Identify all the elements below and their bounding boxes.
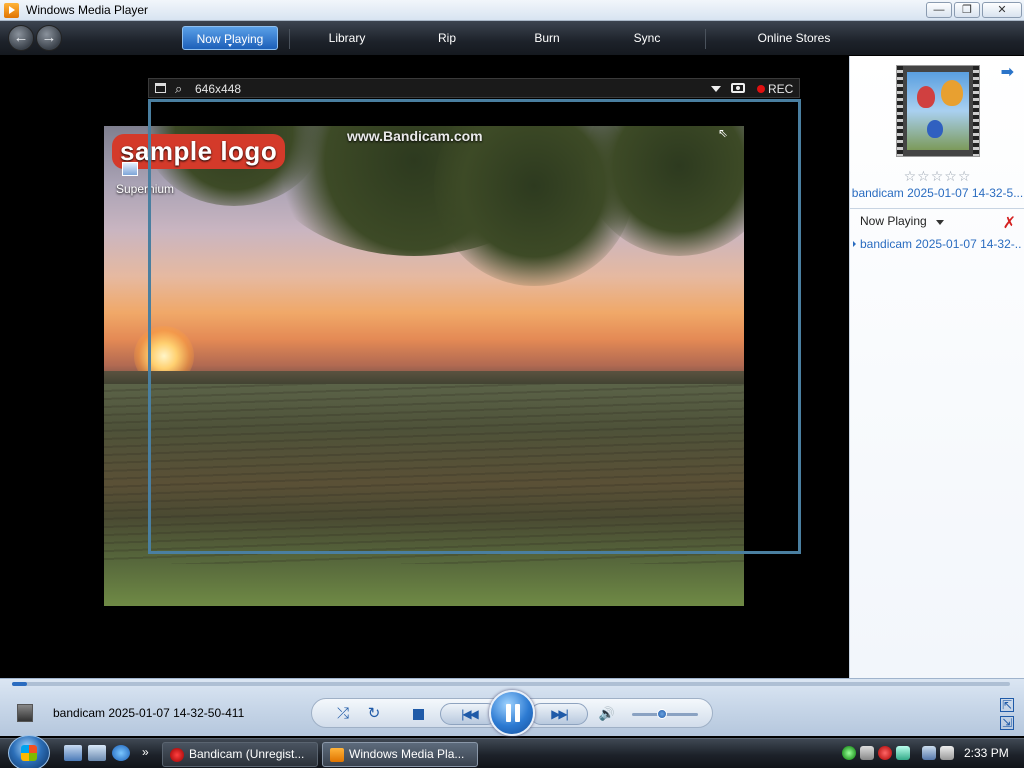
record-icon[interactable] [757,85,765,93]
capture-size[interactable]: 646x448 [195,82,241,96]
restore-icon: ❐ [962,4,972,16]
media-player-icon [330,748,344,762]
capture-region-frame[interactable] [148,99,801,554]
now-playing-title: bandicam 2025-01-07 14-32-50-411 [53,706,245,720]
media-title-link[interactable]: bandicam 2025-01-07 14-32-5... [850,186,1024,200]
rec-button[interactable]: REC [768,82,793,96]
quick-launch-more-icon[interactable]: » [142,745,149,759]
back-arrow-icon: ← [13,29,29,46]
camera-icon[interactable] [731,83,745,93]
thumbnail-image [907,72,969,150]
balloon [917,86,935,108]
volume-muted-icon[interactable] [940,746,954,760]
balloon [927,120,943,138]
tab-sync[interactable]: Sync [613,26,681,50]
seek-progress [12,682,27,686]
taskbar: » Bandicam (Unregist... Windows Media Pl… [0,735,1024,768]
window-title: Windows Media Player [26,3,149,17]
previous-icon: |◀◀ [461,707,479,721]
maximize-button[interactable]: ❐ [954,2,980,18]
title-bar: Windows Media Player — ❐ ✕ [0,0,1024,21]
tab-rip-label: Rip [437,31,456,45]
stop-icon[interactable] [413,709,424,720]
next-icon: ▶▶| [551,707,569,721]
next-button[interactable]: ▶▶| [530,703,588,725]
navigation-bar: ← → Now Playing Library Rip Burn Sync On… [0,21,1024,56]
close-button[interactable]: ✕ [982,2,1022,18]
minimize-button[interactable]: — [926,2,952,18]
balloon [941,80,963,106]
tab-burn-label: Burn [534,31,560,45]
volume-icon[interactable]: 🔊 [596,699,618,729]
film-strip [973,66,979,156]
tab-online-stores[interactable]: Online Stores [745,26,843,50]
seek-bar[interactable] [12,682,1010,686]
start-button[interactable] [8,735,50,768]
tab-now-playing[interactable]: Now Playing [182,26,278,50]
chevron-down-icon[interactable] [936,220,944,225]
caption-buttons: — ❐ ✕ [926,2,1022,18]
network-icon[interactable] [922,746,936,760]
tray-app-icon[interactable] [860,746,874,760]
divider [850,208,1024,209]
video-file-icon [17,704,33,722]
now-playing-list-label[interactable]: Now Playing [860,214,927,228]
forward-button[interactable]: → [36,25,62,51]
tab-divider [289,29,290,49]
shuffle-icon[interactable]: ⤮ [332,699,354,729]
taskbar-clock[interactable]: 2:33 PM [964,746,1009,760]
taskbar-item-label: Bandicam (Unregist... [189,747,305,761]
film-strip [897,66,903,156]
chevron-down-icon[interactable] [228,44,232,47]
pause-icon [506,704,520,722]
taskbar-item-label: Windows Media Pla... [349,747,465,761]
switch-to-library-icon[interactable]: ⇲ [1000,716,1014,730]
clear-list-icon[interactable]: ✗ [1003,213,1016,233]
pause-button[interactable] [489,690,535,736]
tab-burn[interactable]: Burn [513,26,581,50]
window-mode-icon[interactable] [155,83,166,93]
shortcut-icon [122,162,138,176]
tab-library-label: Library [328,31,366,45]
rating-stars[interactable]: ☆☆☆☆☆ [850,168,1024,185]
tray-app-icon[interactable] [896,746,910,760]
tab-divider [705,29,706,49]
volume-thumb[interactable] [656,709,667,719]
arrow-right-icon[interactable]: ➡ [1001,62,1014,82]
album-art[interactable] [896,65,980,157]
internet-explorer-icon[interactable] [112,745,130,761]
repeat-icon[interactable]: ↻ [363,699,385,729]
close-icon: ✕ [997,4,1007,16]
tab-sync-label: Sync [633,31,661,45]
chevron-down-icon[interactable] [711,86,721,92]
back-button[interactable]: ← [8,25,34,51]
view-switch-icons: ⇱ ⇲ [1000,698,1014,734]
show-desktop-icon[interactable] [64,745,82,761]
tab-library[interactable]: Library [305,26,389,50]
switch-windows-icon[interactable] [88,745,106,761]
list-pane: ➡ ☆☆☆☆☆ bandicam 2025-01-07 14-32-5... N… [849,56,1024,678]
minimize-icon: — [933,4,945,16]
taskbar-item-media-player[interactable]: Windows Media Pla... [322,742,478,767]
taskbar-item-bandicam[interactable]: Bandicam (Unregist... [162,742,318,767]
security-alert-icon[interactable] [878,746,892,760]
playing-indicator-icon [853,241,856,247]
bandicam-toolbar: ⌕ 646x448 REC [148,78,800,98]
tray-status-icon[interactable] [842,746,856,760]
mini-mode-icon[interactable]: ⇱ [1000,698,1014,712]
tab-online-stores-label: Online Stores [757,31,831,45]
tab-rip[interactable]: Rip [413,26,481,50]
playlist-item[interactable]: bandicam 2025-01-07 14-32-... [860,237,1022,251]
search-icon[interactable]: ⌕ [175,81,182,97]
media-player-app-icon [4,3,19,18]
bandicam-icon [170,748,184,762]
forward-arrow-icon: → [41,29,57,46]
windows-logo-icon [21,745,37,761]
volume-slider[interactable] [632,709,698,719]
